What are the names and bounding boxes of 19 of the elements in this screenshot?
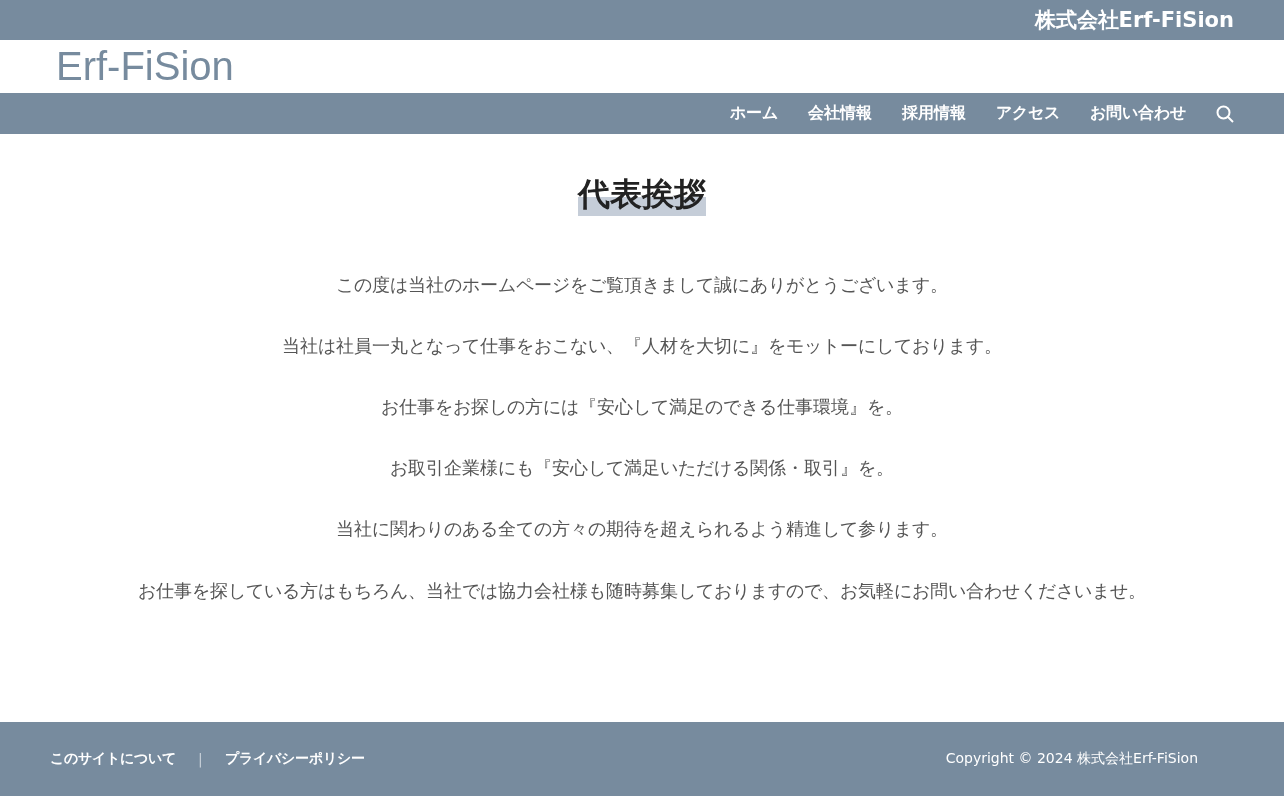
paragraph: 当社に関わりのある全ての方々の期待を超えられるよう精進して参ります。: [336, 517, 948, 542]
nav-link[interactable]: アクセス: [996, 103, 1060, 124]
company-name: 株式会社Erf-FiSion: [1034, 7, 1234, 34]
paragraph: 当社は社員一丸となって仕事をおこない、『人材を大切に』をモットーにしております。: [282, 333, 1002, 358]
nav-link[interactable]: お問い合わせ: [1090, 103, 1186, 124]
separator: |: [198, 751, 203, 767]
logo[interactable]: Erf-FiSion: [56, 44, 234, 89]
page-title: 代表挨拶: [578, 174, 706, 216]
footer-link[interactable]: このサイトについて: [50, 750, 176, 768]
copyright: Copyright © 2024 株式会社Erf-FiSion: [945, 750, 1198, 768]
search-icon[interactable]: [1216, 104, 1234, 123]
nav-link[interactable]: ホーム: [730, 103, 778, 124]
nav-link[interactable]: 会社情報: [808, 103, 872, 124]
paragraph: お取引企業様にも『安心して満足いただける関係・取引』を。: [390, 456, 894, 481]
paragraph: お仕事をお探しの方には『安心して満足のできる仕事環境』を。: [381, 394, 903, 419]
paragraph: この度は当社のホームページをご覧頂きまして誠にありがとうございます。: [336, 272, 948, 297]
paragraph: お仕事を探している方はもちろん、当社では協力会社様も随時募集しておりますので、お気軽にお問い合わせくださいませ。: [138, 578, 1146, 603]
nav-link[interactable]: 採用情報: [902, 103, 966, 124]
footer-link[interactable]: プライバシーポリシー: [224, 750, 365, 768]
